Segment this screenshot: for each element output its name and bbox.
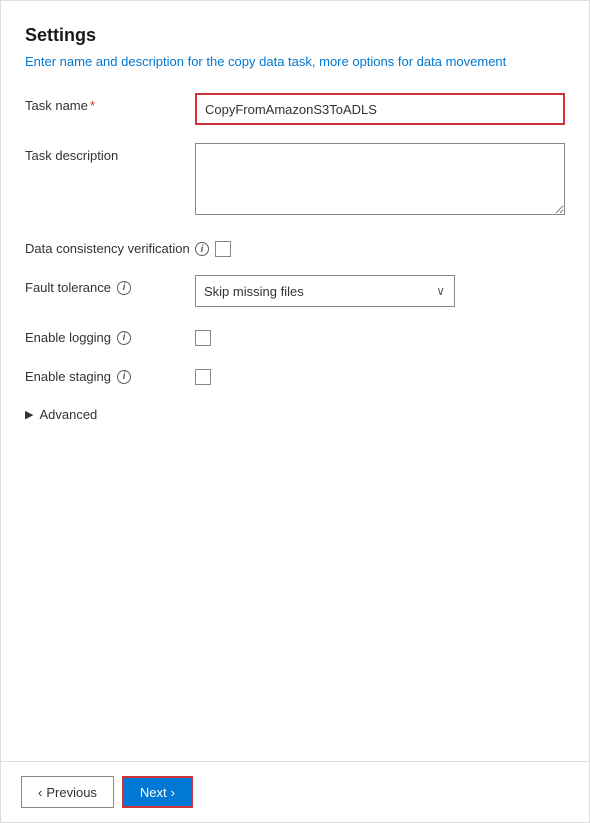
- enable-logging-checkbox[interactable]: [195, 330, 211, 346]
- data-consistency-info-icon[interactable]: i: [195, 242, 209, 256]
- fault-tolerance-select[interactable]: Skip missing files None Skip incompatibl…: [195, 275, 455, 307]
- next-button[interactable]: Next ›: [122, 776, 193, 808]
- task-name-label: Task name*: [25, 93, 195, 113]
- advanced-chevron-icon: ▶: [25, 408, 33, 421]
- previous-button[interactable]: ‹ Previous: [21, 776, 114, 808]
- enable-logging-field: [195, 325, 565, 346]
- fault-tolerance-info-icon[interactable]: i: [117, 281, 131, 295]
- advanced-label: Advanced: [39, 407, 97, 422]
- footer: ‹ Previous Next ›: [1, 761, 589, 822]
- enable-staging-field: [195, 364, 565, 385]
- enable-staging-info-icon[interactable]: i: [117, 370, 131, 384]
- task-description-input[interactable]: [195, 143, 565, 215]
- data-consistency-label: Data consistency verification: [25, 236, 195, 256]
- enable-staging-checkbox[interactable]: [195, 369, 211, 385]
- task-name-input[interactable]: [195, 93, 565, 125]
- fault-tolerance-label: Fault tolerance i: [25, 275, 195, 295]
- task-name-field: [195, 93, 565, 125]
- task-description-label: Task description: [25, 143, 195, 163]
- next-icon: ›: [171, 785, 175, 800]
- enable-logging-label: Enable logging i: [25, 325, 195, 345]
- footer-buttons: ‹ Previous Next ›: [21, 776, 193, 808]
- enable-logging-info-icon[interactable]: i: [117, 331, 131, 345]
- advanced-section[interactable]: ▶ Advanced: [25, 403, 565, 426]
- enable-staging-label: Enable staging i: [25, 364, 195, 384]
- page-subtitle: Enter name and description for the copy …: [25, 54, 565, 69]
- data-consistency-field: i: [195, 236, 565, 257]
- fault-tolerance-field: Skip missing files None Skip incompatibl…: [195, 275, 565, 307]
- data-consistency-checkbox[interactable]: [215, 241, 231, 257]
- previous-icon: ‹: [38, 785, 42, 800]
- task-description-field: [195, 143, 565, 218]
- page-title: Settings: [25, 25, 565, 46]
